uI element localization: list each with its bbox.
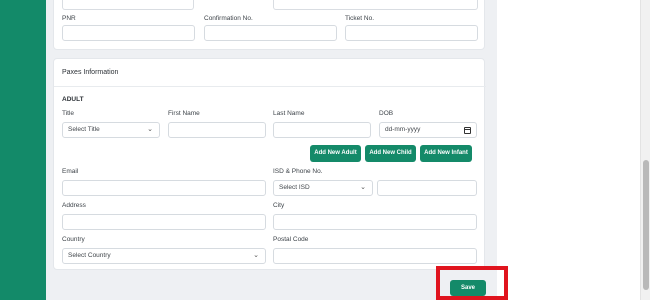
confirmation-label: Confirmation No. <box>204 15 253 22</box>
address-input[interactable] <box>62 214 266 230</box>
booking-reference-card: PNR Confirmation No. Ticket No. <box>53 0 485 50</box>
address-label: Address <box>62 202 86 209</box>
isd-select-value: Select ISD <box>279 184 310 191</box>
adult-heading: ADULT <box>62 96 84 103</box>
chevron-down-icon: ⌄ <box>147 126 153 133</box>
postal-code-input[interactable] <box>273 248 477 264</box>
prev-field-2[interactable] <box>273 0 478 10</box>
prev-field-1[interactable] <box>62 0 194 10</box>
dob-input[interactable]: dd-mm-yyyy <box>379 122 477 138</box>
chevron-down-icon: ⌄ <box>360 184 366 191</box>
phone-label: ISD & Phone No. <box>273 168 323 175</box>
title-select[interactable]: Select Title ⌄ <box>62 122 160 138</box>
scrollbar-thumb[interactable] <box>643 160 649 290</box>
first-name-label: First Name <box>168 110 200 117</box>
calendar-icon[interactable] <box>464 127 471 134</box>
scrollbar[interactable] <box>640 0 650 300</box>
paxes-title: Paxes Information <box>62 69 119 76</box>
first-name-input[interactable] <box>168 122 266 138</box>
city-label: City <box>273 202 285 209</box>
pnr-input[interactable] <box>62 25 195 41</box>
isd-select[interactable]: Select ISD ⌄ <box>273 180 373 196</box>
phone-input[interactable] <box>377 180 477 196</box>
confirmation-input[interactable] <box>204 25 337 41</box>
last-name-label: Last Name <box>273 110 305 117</box>
dob-label: DOB <box>379 110 394 117</box>
city-input[interactable] <box>273 214 477 230</box>
add-adult-button[interactable]: Add New Adult <box>310 145 361 162</box>
dob-placeholder: dd-mm-yyyy <box>385 126 421 133</box>
email-input[interactable] <box>62 180 266 196</box>
save-button[interactable]: Save <box>450 280 486 296</box>
paxes-card: Paxes Information ADULT Title First Name… <box>53 58 486 270</box>
country-select-value: Select Country <box>68 252 111 259</box>
title-label: Title <box>62 110 75 117</box>
title-select-value: Select Title <box>68 126 100 133</box>
right-panel <box>497 0 640 300</box>
section-divider <box>54 86 486 87</box>
email-label: Email <box>62 168 79 175</box>
add-child-button[interactable]: Add New Child <box>365 145 416 162</box>
postal-code-label: Postal Code <box>273 236 309 243</box>
country-select[interactable]: Select Country ⌄ <box>62 248 266 264</box>
ticket-label: Ticket No. <box>345 15 375 22</box>
chevron-down-icon: ⌄ <box>253 252 259 259</box>
add-infant-button[interactable]: Add New Infant <box>420 145 472 162</box>
last-name-input[interactable] <box>273 122 371 138</box>
country-label: Country <box>62 236 85 243</box>
pnr-label: PNR <box>62 15 76 22</box>
left-sidebar <box>0 0 46 300</box>
ticket-input[interactable] <box>345 25 478 41</box>
